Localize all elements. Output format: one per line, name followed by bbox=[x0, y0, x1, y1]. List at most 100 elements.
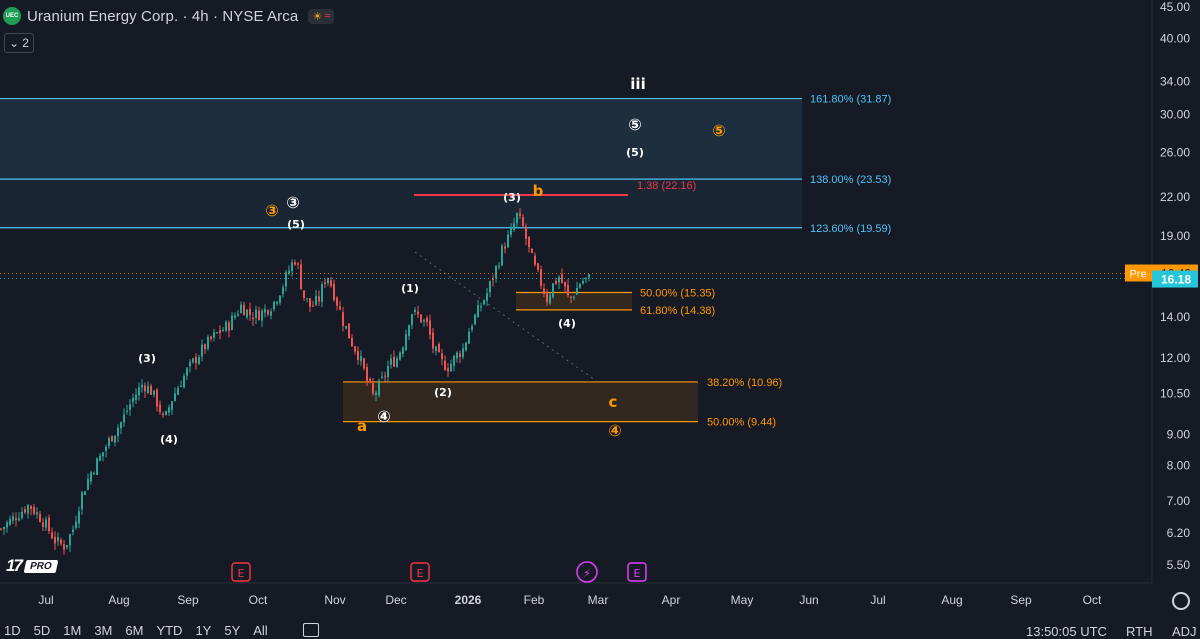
candle-body bbox=[474, 314, 476, 325]
candle-body bbox=[69, 534, 71, 546]
candle-body bbox=[153, 390, 155, 395]
candle-body bbox=[378, 380, 380, 396]
candle-body bbox=[522, 217, 524, 227]
candle-body bbox=[192, 358, 194, 363]
collapse-indicators-button[interactable]: ⌄ 2 bbox=[4, 33, 34, 53]
wave-label: ④ bbox=[377, 407, 391, 426]
candle-body bbox=[519, 213, 521, 217]
candle-body bbox=[57, 537, 59, 542]
candle-body bbox=[183, 375, 185, 388]
candle-body bbox=[480, 306, 482, 308]
candle-body bbox=[360, 355, 362, 362]
candle-body bbox=[258, 310, 260, 321]
fib-zone bbox=[516, 292, 632, 310]
candle-body bbox=[528, 236, 530, 248]
range-1d[interactable]: 1D bbox=[4, 623, 21, 638]
wave-label: iii bbox=[630, 75, 645, 93]
wave-label: ③ bbox=[286, 193, 300, 212]
pro-badge: PRO bbox=[23, 559, 58, 573]
candle-body bbox=[219, 330, 221, 334]
range-5d[interactable]: 5D bbox=[34, 623, 51, 638]
candle-body bbox=[390, 358, 392, 365]
candle-body bbox=[375, 392, 377, 395]
range-ytd[interactable]: YTD bbox=[156, 623, 182, 638]
candle-body bbox=[117, 427, 119, 437]
range-6m[interactable]: 6M bbox=[125, 623, 143, 638]
y-tick-label: 40.00 bbox=[1160, 31, 1190, 45]
range-1m[interactable]: 1M bbox=[63, 623, 81, 638]
candle-body bbox=[489, 281, 491, 293]
candle-body bbox=[33, 506, 35, 514]
candle-body bbox=[165, 411, 167, 415]
wave-label: (4) bbox=[160, 433, 178, 446]
y-tick-label: 30.00 bbox=[1160, 108, 1190, 122]
y-tick-label: 12.00 bbox=[1160, 351, 1190, 365]
candle-body bbox=[447, 368, 449, 372]
wave-label: (2) bbox=[434, 386, 452, 399]
candle-body bbox=[30, 505, 32, 509]
gear-icon[interactable] bbox=[1172, 592, 1190, 610]
candle-body bbox=[228, 322, 230, 331]
range-all[interactable]: All bbox=[253, 623, 267, 638]
y-tick-label: 5.50 bbox=[1167, 558, 1191, 572]
candle-body bbox=[441, 353, 443, 360]
clock[interactable]: 13:50:05 UTC bbox=[1026, 624, 1107, 639]
candle-body bbox=[72, 529, 74, 533]
x-tick-label: Mar bbox=[588, 593, 609, 607]
wave-label: (5) bbox=[626, 146, 644, 159]
session-indicators[interactable]: ☀ ≈ bbox=[308, 8, 335, 24]
price-chart[interactable]: 161.80% (31.87) 138.00% (23.53) 123.60% (1… bbox=[0, 0, 1200, 638]
chart-background bbox=[0, 0, 1200, 638]
range-1y[interactable]: 1Y bbox=[195, 623, 211, 638]
candle-body bbox=[240, 304, 242, 313]
range-5y[interactable]: 5Y bbox=[224, 623, 240, 638]
candle-body bbox=[291, 262, 293, 271]
last-price-label: 16.18 bbox=[1161, 273, 1191, 287]
adjust-toggle[interactable]: ADJ bbox=[1172, 624, 1197, 639]
y-tick-label: 45.00 bbox=[1160, 0, 1190, 14]
candle-body bbox=[534, 255, 536, 265]
candle-body bbox=[198, 357, 200, 364]
candle-body bbox=[582, 281, 584, 284]
calendar-icon[interactable] bbox=[302, 623, 319, 637]
candle-body bbox=[420, 314, 422, 323]
tradingview-logo[interactable]: 17 PRO bbox=[6, 556, 58, 576]
candle-body bbox=[408, 325, 410, 336]
candle-body bbox=[546, 293, 548, 303]
candle-body bbox=[174, 393, 176, 401]
candle-body bbox=[423, 319, 425, 322]
candle-body bbox=[552, 283, 554, 298]
x-tick-label: Oct bbox=[1083, 593, 1102, 607]
candle-body bbox=[432, 332, 434, 349]
x-tick-label: Dec bbox=[385, 593, 406, 607]
candle-body bbox=[42, 522, 44, 527]
candle-body bbox=[84, 491, 86, 495]
candle-body bbox=[321, 284, 323, 302]
y-tick-label: 9.00 bbox=[1167, 427, 1191, 441]
candle-body bbox=[567, 285, 569, 296]
candle-body bbox=[570, 296, 572, 298]
x-tick-label: Jul bbox=[870, 593, 885, 607]
candle-body bbox=[39, 513, 41, 523]
fib-label: 38.20% (10.96) bbox=[707, 377, 782, 389]
candle-body bbox=[132, 397, 134, 402]
x-tick-label: Apr bbox=[662, 593, 681, 607]
candle-body bbox=[549, 295, 551, 304]
range-3m[interactable]: 3M bbox=[94, 623, 112, 638]
candle-body bbox=[564, 281, 566, 287]
candle-body bbox=[3, 527, 5, 530]
symbol-title[interactable]: Uranium Energy Corp. · 4h · NYSE Arca bbox=[27, 8, 298, 25]
session-toggle[interactable]: RTH bbox=[1126, 624, 1152, 639]
candle-body bbox=[105, 446, 107, 451]
candle-body bbox=[75, 521, 77, 528]
candle-body bbox=[312, 305, 314, 307]
candle-body bbox=[318, 296, 320, 302]
y-tick-label: 22.00 bbox=[1160, 190, 1190, 204]
candle-body bbox=[561, 274, 563, 283]
candle-body bbox=[513, 223, 515, 231]
candle-body bbox=[12, 516, 14, 521]
candle-body bbox=[216, 332, 218, 334]
y-tick-label: 19.00 bbox=[1160, 229, 1190, 243]
candle-body bbox=[426, 317, 428, 322]
candle-body bbox=[135, 394, 137, 401]
